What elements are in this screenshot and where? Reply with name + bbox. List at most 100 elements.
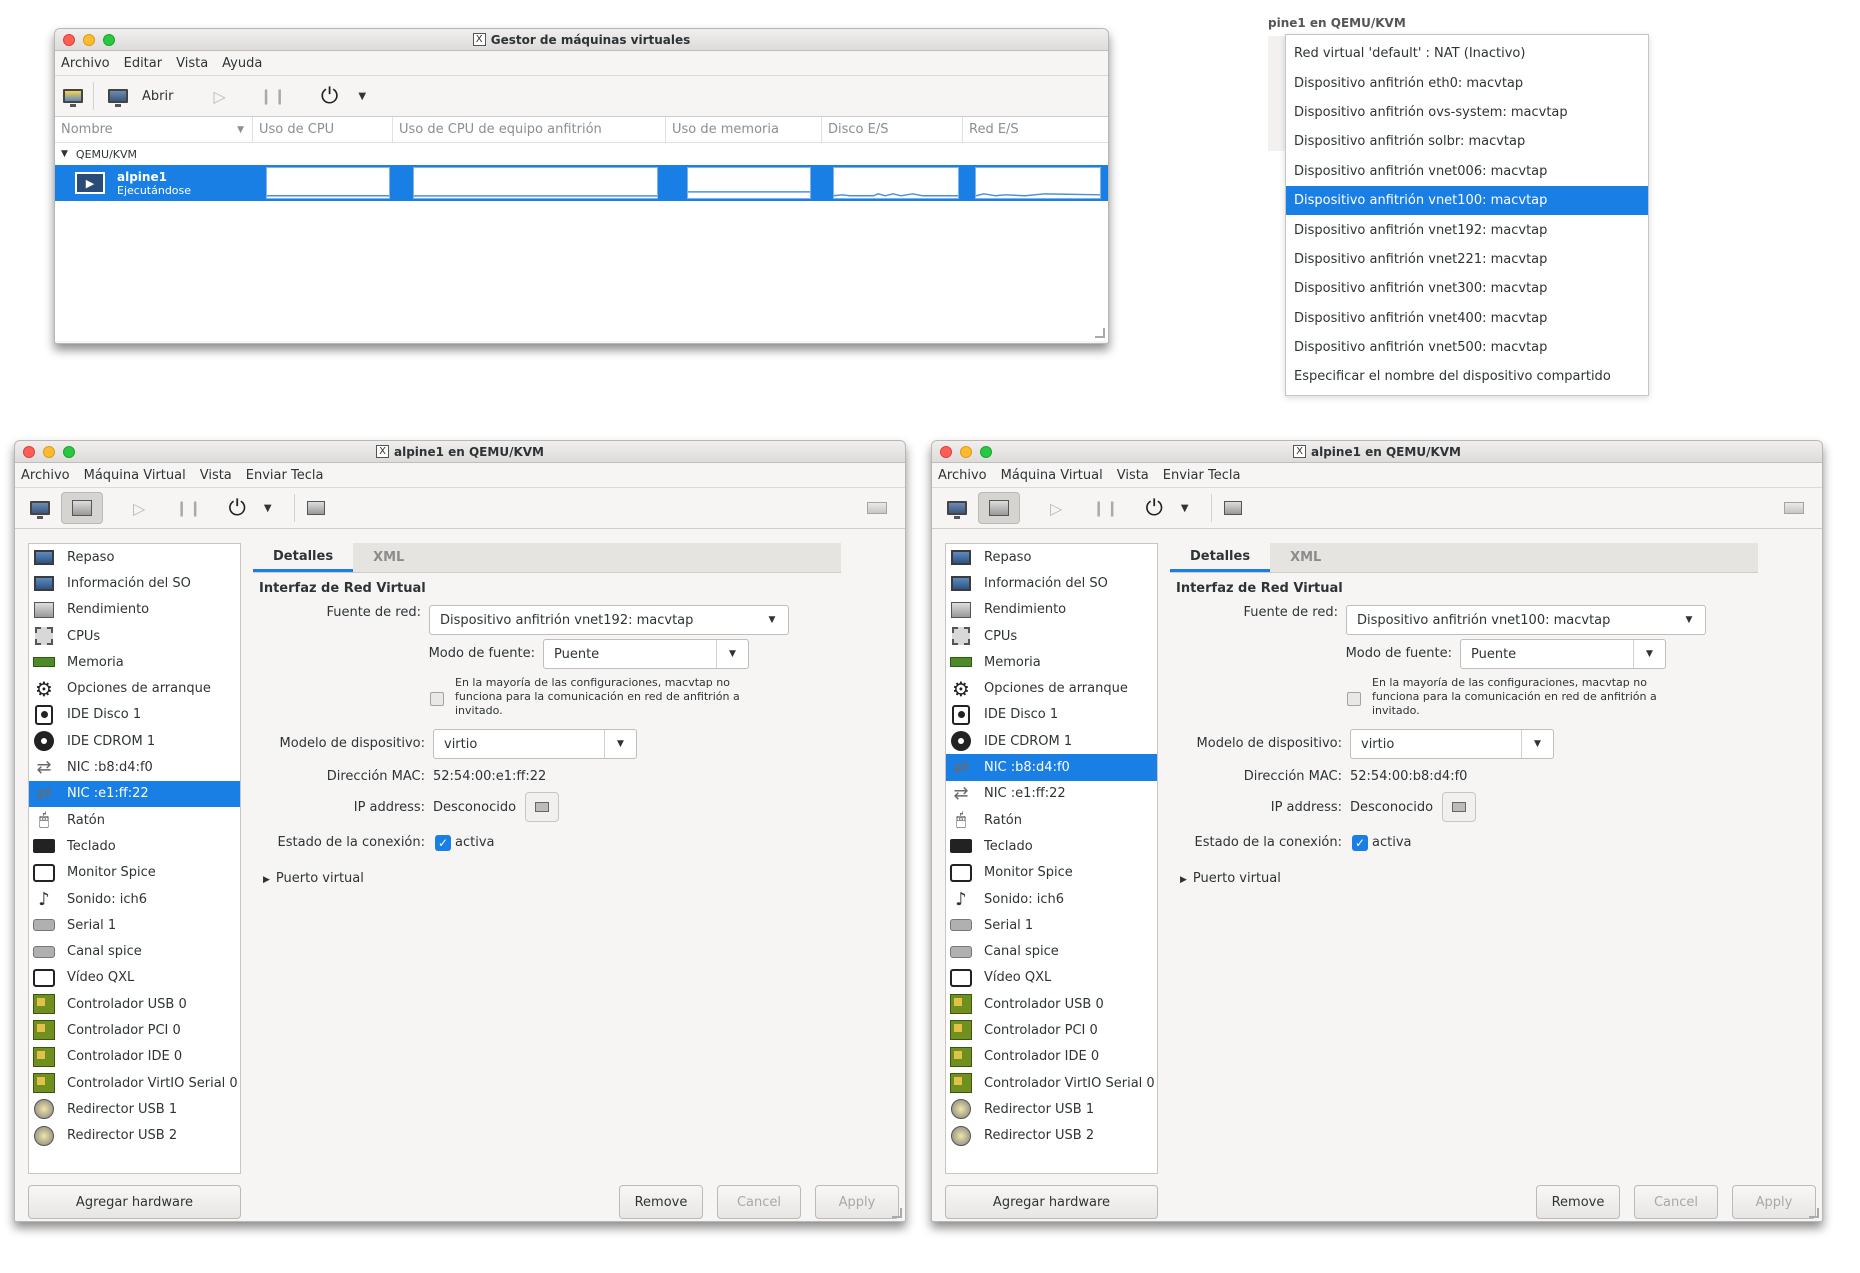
tab-details[interactable]: Detalles	[1170, 543, 1271, 572]
link-state-checkbox[interactable]: ✓	[1352, 835, 1368, 851]
sidebar-item[interactable]: Controlador VirtIO Serial 0	[946, 1070, 1157, 1096]
sidebar-item[interactable]: ⇄ NIC :b8:d4:f0	[29, 754, 240, 780]
device-model-combo[interactable]: virtio ▼	[433, 729, 637, 759]
tab-xml[interactable]: XML	[1270, 543, 1341, 572]
sidebar-item[interactable]: Serial 1	[29, 912, 240, 938]
sidebar-item[interactable]: Teclado	[29, 833, 240, 859]
connection-row[interactable]: ▼ QEMU/KVM	[55, 143, 1108, 165]
sidebar-item[interactable]: Información del SO	[946, 570, 1157, 596]
sidebar-item[interactable]: CPUs	[29, 623, 240, 649]
maximize-icon[interactable]	[63, 446, 75, 458]
play-icon[interactable]: ▷	[1050, 492, 1062, 524]
fullscreen-button[interactable]	[1784, 492, 1804, 524]
sidebar-item[interactable]: ⇄ NIC :e1:ff:22	[946, 781, 1157, 807]
sidebar-item[interactable]: 🖱 Ratón	[946, 807, 1157, 833]
menu-ayuda[interactable]: Ayuda	[222, 56, 262, 71]
dropdown-option[interactable]: Dispositivo anfitrión vnet221: macvtap	[1286, 245, 1648, 274]
maximize-icon[interactable]	[103, 34, 115, 46]
network-source-combo[interactable]: Dispositivo anfitrión vnet192: macvtap ▼	[429, 605, 789, 635]
sidebar-item[interactable]: Memoria	[29, 649, 240, 675]
menu-enviar-tecla[interactable]: Enviar Tecla	[246, 468, 324, 483]
sidebar-item[interactable]: ♪ Sonido: ich6	[29, 886, 240, 912]
sidebar-item[interactable]: ♪ Sonido: ich6	[946, 886, 1157, 912]
tab-xml[interactable]: XML	[353, 543, 424, 572]
console-button[interactable]	[940, 492, 974, 524]
details-titlebar[interactable]: X alpine1 en QEMU/KVM	[932, 441, 1822, 463]
sidebar-item[interactable]: Canal spice	[946, 938, 1157, 964]
menu-archivo[interactable]: Archivo	[21, 468, 70, 483]
console-button[interactable]	[23, 492, 57, 524]
sidebar-item[interactable]: ⇄ NIC :e1:ff:22	[29, 780, 240, 807]
device-model-combo[interactable]: virtio ▼	[1350, 729, 1554, 759]
sidebar-item[interactable]: Redirector USB 2	[946, 1123, 1157, 1149]
source-mode-combo[interactable]: Puente ▼	[1460, 639, 1666, 669]
menu-archivo[interactable]: Archivo	[938, 468, 987, 483]
sidebar-item[interactable]: Controlador PCI 0	[29, 1017, 240, 1043]
cancel-button[interactable]: Cancel	[717, 1185, 801, 1219]
menu-maquina-virtual[interactable]: Máquina Virtual	[1001, 468, 1103, 483]
chevron-down-icon[interactable]: ▼	[1181, 492, 1189, 524]
refresh-ip-button[interactable]	[1442, 792, 1476, 822]
pause-icon[interactable]: ❙❙	[260, 80, 287, 112]
sidebar-item[interactable]: ⚙ Opciones de arranque	[29, 675, 240, 701]
dropdown-option[interactable]: Dispositivo anfitrión vnet192: macvtap	[1286, 215, 1648, 244]
sidebar-item[interactable]: Vídeo QXL	[29, 965, 240, 991]
menu-editar[interactable]: Editar	[124, 56, 163, 71]
sidebar-item[interactable]: Monitor Spice	[29, 860, 240, 886]
sidebar-item[interactable]: Redirector USB 1	[946, 1096, 1157, 1122]
sidebar-item[interactable]: IDE CDROM 1	[29, 728, 240, 754]
add-hardware-button[interactable]: Agregar hardware	[945, 1185, 1158, 1219]
dropdown-option[interactable]: Red virtual 'default' : NAT (Inactivo)	[1286, 39, 1648, 68]
sidebar-item[interactable]: Controlador IDE 0	[946, 1044, 1157, 1070]
sidebar-item[interactable]: Redirector USB 2	[29, 1123, 240, 1149]
sidebar-item[interactable]: IDE Disco 1	[946, 702, 1157, 728]
dropdown-option[interactable]: Dispositivo anfitrión vnet100: macvtap	[1286, 185, 1648, 216]
dropdown-option[interactable]: Dispositivo anfitrión solbr: macvtap	[1286, 127, 1648, 156]
virtual-port-expander[interactable]: ▶ Puerto virtual	[263, 871, 364, 886]
snapshot-button[interactable]	[1223, 492, 1242, 524]
link-state-checkbox[interactable]: ✓	[435, 835, 451, 851]
vm-row-alpine1[interactable]: ▶ alpine1 Ejecutándose	[55, 165, 1108, 201]
sidebar-item[interactable]: Rendimiento	[29, 597, 240, 623]
minimize-icon[interactable]	[960, 446, 972, 458]
sidebar-item[interactable]: Memoria	[946, 649, 1157, 675]
virtual-port-expander[interactable]: ▶ Puerto virtual	[1180, 871, 1281, 886]
column-cpu[interactable]: Uso de CPU	[253, 117, 393, 142]
remove-button[interactable]: Remove	[619, 1185, 703, 1219]
sidebar-item[interactable]: Vídeo QXL	[946, 965, 1157, 991]
sidebar-item[interactable]: Teclado	[946, 833, 1157, 859]
sidebar-item[interactable]: Monitor Spice	[946, 860, 1157, 886]
close-icon[interactable]	[23, 446, 35, 458]
sidebar-item[interactable]: Controlador USB 0	[946, 991, 1157, 1017]
remove-button[interactable]: Remove	[1536, 1185, 1620, 1219]
column-memory[interactable]: Uso de memoria	[666, 117, 822, 142]
sidebar-item[interactable]: ⚙ Opciones de arranque	[946, 675, 1157, 701]
resize-grip[interactable]	[1095, 328, 1105, 338]
details-button[interactable]	[61, 492, 103, 524]
sidebar-item[interactable]: CPUs	[946, 623, 1157, 649]
sidebar-item[interactable]: ⇄ NIC :b8:d4:f0	[946, 754, 1157, 781]
manager-titlebar[interactable]: X Gestor de máquinas virtuales	[55, 29, 1108, 51]
menu-vista[interactable]: Vista	[176, 56, 208, 71]
apply-button[interactable]: Apply	[1732, 1185, 1816, 1219]
sidebar-item[interactable]: Canal spice	[29, 938, 240, 964]
resize-grip[interactable]	[1809, 1208, 1819, 1218]
sidebar-item[interactable]: Redirector USB 1	[29, 1096, 240, 1122]
pause-icon[interactable]: ❙❙	[175, 492, 202, 524]
sidebar-item[interactable]: Controlador VirtIO Serial 0	[29, 1070, 240, 1096]
apply-button[interactable]: Apply	[815, 1185, 899, 1219]
sidebar-item[interactable]: Repaso	[29, 544, 240, 570]
fullscreen-button[interactable]	[867, 492, 887, 524]
column-net-io[interactable]: Red E/S	[963, 117, 1103, 142]
source-mode-combo[interactable]: Puente ▼	[543, 639, 749, 669]
dropdown-option[interactable]: Dispositivo anfitrión vnet400: macvtap	[1286, 304, 1648, 333]
play-icon[interactable]: ▷	[213, 80, 225, 112]
dropdown-option[interactable]: Especificar el nombre del dispositivo co…	[1286, 362, 1648, 391]
menu-vista[interactable]: Vista	[200, 468, 232, 483]
tab-details[interactable]: Detalles	[253, 543, 354, 572]
sidebar-item[interactable]: Rendimiento	[946, 597, 1157, 623]
sidebar-item[interactable]: 🖱 Ratón	[29, 807, 240, 833]
maximize-icon[interactable]	[980, 446, 992, 458]
close-icon[interactable]	[940, 446, 952, 458]
chevron-down-icon[interactable]: ▼	[264, 492, 272, 524]
